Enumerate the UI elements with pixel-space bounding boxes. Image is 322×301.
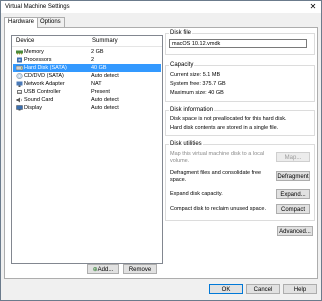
device-row-network-adapter[interactable]: Network Adapter NAT [13, 80, 161, 88]
device-name: USB Controller [24, 89, 61, 95]
network-adapter-icon [16, 81, 23, 87]
add-button[interactable]: ⊕Add... [87, 264, 119, 274]
device-row-hard-disk[interactable]: Hard Disk (SATA) 40 GB [13, 64, 161, 72]
device-row-usb-controller[interactable]: USB Controller Present [13, 88, 161, 96]
usb-controller-icon [17, 90, 22, 94]
device-row-cd-dvd[interactable]: CD/DVD (SATA) Auto detect [13, 72, 161, 80]
device-summary: 2 GB [91, 49, 104, 55]
device-summary: 40 GB [91, 65, 107, 71]
compact-text: Compact disk to reclaim unused space. [170, 206, 266, 212]
device-summary: 2 [91, 57, 95, 63]
device-name: Processors [24, 57, 52, 63]
device-name: Sound Card [24, 97, 54, 103]
memory-icon [16, 50, 23, 55]
device-name: Display [24, 105, 43, 111]
maximum-size-text: Maximum size: 40 GB [170, 90, 224, 96]
expand-button[interactable]: Expand... [276, 189, 310, 199]
disk-utilities-caption: Disk utilities [169, 141, 203, 147]
vm-settings-window: Virtual Machine Settings ✕ Hardware Opti… [0, 0, 322, 301]
device-row-memory[interactable]: Memory 2 GB [13, 48, 161, 56]
tab-hardware[interactable]: Hardware [4, 17, 39, 28]
system-free-text: System free: 375.7 GB [170, 81, 226, 87]
display-icon [16, 105, 23, 111]
disk-information-group: Disk information Disk space is not preal… [165, 107, 315, 136]
device-name: Memory [24, 49, 44, 55]
close-icon[interactable]: ✕ [308, 2, 318, 11]
disk-file-field[interactable]: macOS 10.12.vmdk [169, 39, 307, 48]
title-bar[interactable]: Virtual Machine Settings ✕ [1, 1, 321, 13]
remove-button[interactable]: Remove [123, 264, 157, 274]
window-title: Virtual Machine Settings [5, 4, 70, 10]
device-list[interactable]: Device Summary Memory 2 GB Processors 2 … [11, 35, 163, 264]
map-button[interactable]: Map... [276, 152, 310, 162]
hardware-panel: Device Summary Memory 2 GB Processors 2 … [4, 27, 318, 279]
ok-button[interactable]: OK [209, 284, 243, 294]
device-summary: Auto detect [91, 105, 119, 111]
current-size-text: Current size: 5.1 MB [170, 72, 221, 78]
cancel-button[interactable]: Cancel [246, 284, 280, 294]
sound-card-icon [16, 97, 22, 103]
map-text-line-1: Map this virtual machine disk to a local [170, 151, 265, 157]
defragment-text-line-1: Defragment files and consolidate free [170, 170, 262, 176]
disk-utilities-group: Disk utilities Map this virtual machine … [165, 141, 315, 221]
device-row-sound-card[interactable]: Sound Card Auto detect [13, 96, 161, 104]
capacity-group: Capacity Current size: 5.1 MB System fre… [165, 62, 315, 102]
hard-disk-icon [16, 65, 23, 71]
device-row-display[interactable]: Display Auto detect [13, 104, 161, 112]
device-name: CD/DVD (SATA) [24, 73, 64, 79]
device-summary: NAT [91, 81, 102, 87]
map-text-line-2: volume. [170, 158, 190, 164]
device-list-header: Device Summary [12, 36, 162, 47]
summary-column-header[interactable]: Summary [92, 38, 118, 44]
device-column-header[interactable]: Device [16, 38, 34, 44]
device-name: Network Adapter [24, 81, 65, 87]
capacity-caption: Capacity [169, 62, 195, 68]
cd-dvd-icon [16, 73, 23, 79]
help-button[interactable]: Help [283, 284, 317, 294]
disk-information-caption: Disk information [169, 107, 215, 113]
disk-info-line-2: Hard disk contents are stored in a singl… [170, 125, 279, 131]
device-summary: Present [91, 89, 110, 95]
disk-info-line-1: Disk space is not preallocated for this … [170, 116, 287, 122]
disk-file-caption: Disk file [169, 30, 193, 36]
device-summary: Auto detect [91, 97, 119, 103]
defragment-button[interactable]: Defragment [276, 171, 310, 181]
compact-button[interactable]: Compact [276, 204, 310, 214]
expand-text: Expand disk capacity. [170, 191, 223, 197]
device-row-processors[interactable]: Processors 2 [13, 56, 161, 64]
device-summary: Auto detect [91, 73, 119, 79]
defragment-text-line-2: space. [170, 177, 187, 183]
advanced-button[interactable]: Advanced... [277, 226, 313, 236]
device-name: Hard Disk (SATA) [24, 65, 67, 71]
processor-icon [17, 57, 22, 63]
tab-options[interactable]: Options [36, 17, 65, 27]
